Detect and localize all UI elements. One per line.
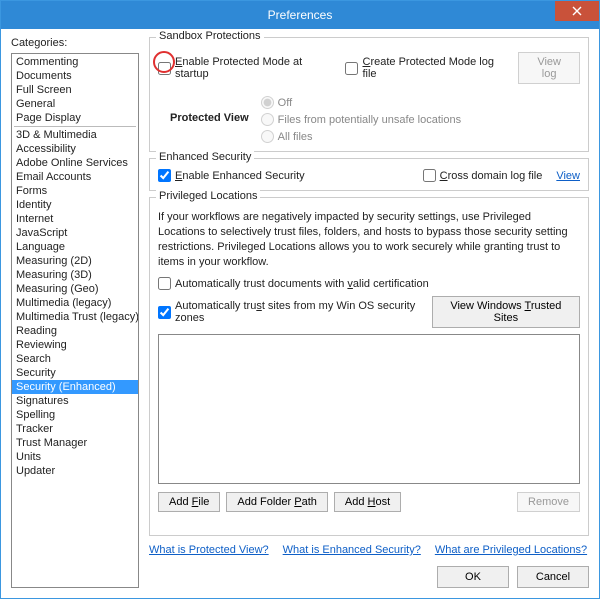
- category-item[interactable]: Spelling: [12, 408, 138, 422]
- category-item[interactable]: Identity: [12, 198, 138, 212]
- category-item[interactable]: JavaScript: [12, 226, 138, 240]
- what-are-privileged-locations-link[interactable]: What are Privileged Locations?: [435, 544, 587, 556]
- category-item[interactable]: Accessibility: [12, 142, 138, 156]
- category-item[interactable]: Search: [12, 352, 138, 366]
- view-cross-log-link[interactable]: View: [556, 170, 580, 182]
- categories-label: Categories:: [11, 37, 139, 49]
- close-button[interactable]: [555, 1, 599, 21]
- privileged-legend: Privileged Locations: [156, 190, 260, 202]
- privileged-description: If your workflows are negatively impacte…: [158, 210, 580, 269]
- protected-view-radio[interactable]: All files: [261, 130, 461, 143]
- preferences-window: Preferences Categories: CommentingDocume…: [0, 0, 600, 599]
- auto-trust-sites-checkbox[interactable]: Automatically trust sites from my Win OS…: [158, 300, 422, 324]
- category-item[interactable]: Tracker: [12, 422, 138, 436]
- window-title: Preferences: [268, 8, 333, 22]
- protected-view-label: Protected View: [170, 112, 249, 124]
- view-log-button[interactable]: View log: [518, 52, 580, 84]
- ok-button[interactable]: OK: [437, 566, 509, 588]
- enable-enhanced-security-checkbox[interactable]: Enable Enhanced Security: [158, 169, 305, 182]
- close-icon: [572, 6, 582, 16]
- category-item[interactable]: Documents: [12, 69, 138, 83]
- privileged-locations-group: Privileged Locations If your workflows a…: [149, 197, 589, 536]
- protected-view-radios: Off Files from potentially unsafe locatio…: [261, 96, 461, 143]
- enhanced-legend: Enhanced Security: [156, 151, 254, 163]
- category-item[interactable]: Email Accounts: [12, 170, 138, 184]
- category-item[interactable]: General: [12, 97, 138, 111]
- category-item[interactable]: Security: [12, 366, 138, 380]
- category-item[interactable]: Reading: [12, 324, 138, 338]
- remove-button[interactable]: Remove: [517, 492, 580, 512]
- sandbox-legend: Sandbox Protections: [156, 30, 264, 42]
- titlebar: Preferences: [1, 1, 599, 29]
- cancel-button[interactable]: Cancel: [517, 566, 589, 588]
- category-item[interactable]: Measuring (3D): [12, 268, 138, 282]
- what-is-enhanced-security-link[interactable]: What is Enhanced Security?: [283, 544, 421, 556]
- category-item[interactable]: Reviewing: [12, 338, 138, 352]
- dialog-footer: OK Cancel: [149, 556, 589, 588]
- category-item[interactable]: Adobe Online Services: [12, 156, 138, 170]
- category-item[interactable]: Trust Manager: [12, 436, 138, 450]
- add-folder-path-button[interactable]: Add Folder Path: [226, 492, 328, 512]
- enhanced-security-group: Enhanced Security Enable Enhanced Securi…: [149, 158, 589, 191]
- privileged-locations-list[interactable]: [158, 334, 580, 484]
- categories-panel: Categories: CommentingDocumentsFull Scre…: [11, 37, 139, 588]
- category-item[interactable]: Language: [12, 240, 138, 254]
- add-file-button[interactable]: Add File: [158, 492, 220, 512]
- category-item[interactable]: Security (Enhanced): [12, 380, 138, 394]
- category-item[interactable]: Measuring (2D): [12, 254, 138, 268]
- category-item[interactable]: Signatures: [12, 394, 138, 408]
- categories-listbox[interactable]: CommentingDocumentsFull ScreenGeneralPag…: [11, 53, 139, 588]
- category-item[interactable]: Multimedia (legacy): [12, 296, 138, 310]
- category-item[interactable]: Internet: [12, 212, 138, 226]
- category-item[interactable]: Measuring (Geo): [12, 282, 138, 296]
- settings-panel: Sandbox Protections Enable Protected Mod…: [149, 37, 589, 588]
- view-trusted-sites-button[interactable]: View Windows Trusted Sites: [432, 296, 580, 328]
- what-is-protected-view-link[interactable]: What is Protected View?: [149, 544, 269, 556]
- help-links: What is Protected View? What is Enhanced…: [149, 544, 589, 556]
- enable-protected-mode-checkbox[interactable]: Enable Protected Mode at startup: [158, 56, 331, 80]
- add-host-button[interactable]: Add Host: [334, 492, 401, 512]
- category-item[interactable]: Forms: [12, 184, 138, 198]
- category-separator: [14, 126, 136, 127]
- category-item[interactable]: Units: [12, 450, 138, 464]
- protected-view-row: Protected View Off Files from potentially…: [170, 92, 580, 143]
- protected-view-radio[interactable]: Files from potentially unsafe locations: [261, 113, 461, 126]
- category-item[interactable]: Multimedia Trust (legacy): [12, 310, 138, 324]
- cross-domain-log-checkbox[interactable]: Cross domain log file: [423, 169, 543, 182]
- category-item[interactable]: 3D & Multimedia: [12, 128, 138, 142]
- category-item[interactable]: Commenting: [12, 55, 138, 69]
- auto-trust-docs-checkbox[interactable]: Automatically trust documents with valid…: [158, 277, 580, 290]
- protected-view-radio[interactable]: Off: [261, 96, 461, 109]
- category-item[interactable]: Page Display: [12, 111, 138, 125]
- category-item[interactable]: Updater: [12, 464, 138, 478]
- create-log-checkbox[interactable]: Create Protected Mode log file: [345, 56, 504, 80]
- sandbox-protections-group: Sandbox Protections Enable Protected Mod…: [149, 37, 589, 152]
- category-item[interactable]: Full Screen: [12, 83, 138, 97]
